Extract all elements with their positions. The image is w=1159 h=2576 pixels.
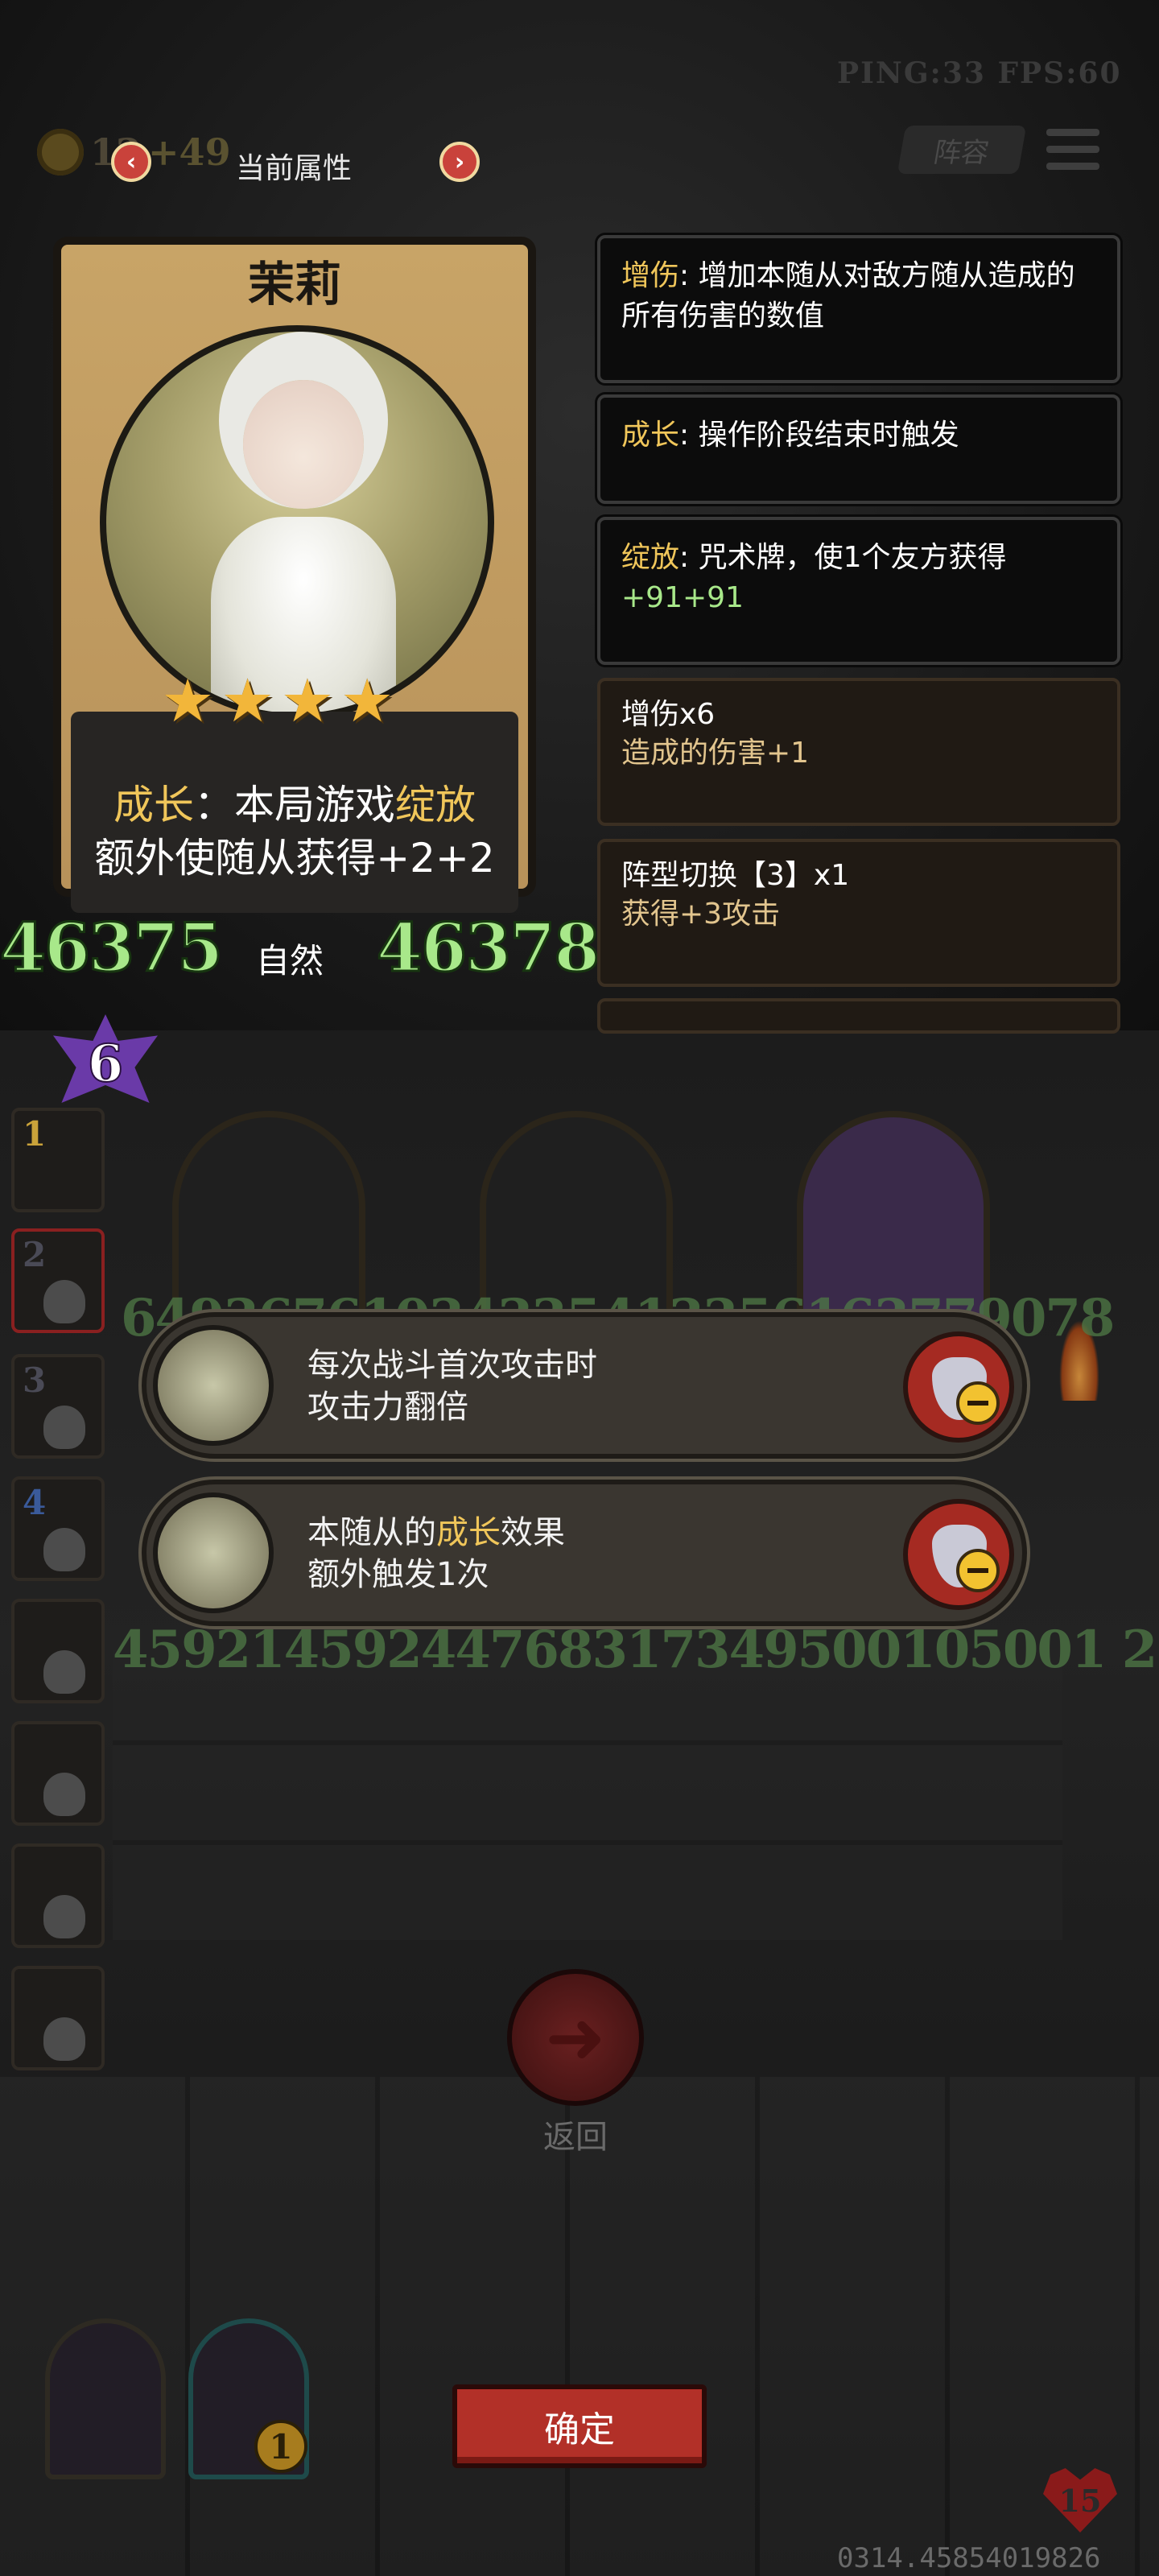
- stopwatch-ability-icon: [153, 1492, 274, 1613]
- coordinate-readout: 0314.45854019826: [837, 2542, 1101, 2574]
- buff-sub: 获得+3攻击: [621, 898, 781, 931]
- shop-door-left[interactable]: [45, 2318, 166, 2479]
- minus-icon: [956, 1381, 1000, 1425]
- star-icon: ★: [340, 667, 394, 736]
- level-number: 6: [87, 1033, 125, 1095]
- team-slot-5[interactable]: [11, 1599, 105, 1703]
- slot-number: 3: [23, 1360, 47, 1400]
- star-icon: ★: [161, 667, 215, 736]
- skull-icon: [43, 1406, 85, 1449]
- ability-line1: 本随从的成长效果: [307, 1512, 565, 1554]
- star-icon: ★: [280, 667, 335, 736]
- ability-description: 本随从的成长效果 额外触发1次: [307, 1512, 565, 1596]
- effect-growth: 成长: 操作阶段结束时触发: [597, 394, 1120, 504]
- skull-icon: [43, 1895, 85, 1938]
- ping-fps-readout: PING:33 FPS:60: [837, 56, 1122, 90]
- hero-portrait-head: [243, 380, 364, 509]
- door-count-badge: 1: [254, 2420, 307, 2473]
- dragon-ability-icon: [153, 1325, 274, 1446]
- menu-icon[interactable]: [1046, 129, 1099, 172]
- skull-icon: [43, 2017, 85, 2061]
- buff-title: 阵型切换【3】x1: [621, 859, 850, 892]
- element-type: 自然: [256, 941, 324, 980]
- prev-page-button[interactable]: ‹: [111, 142, 151, 182]
- effect-keyword: 成长: [621, 419, 680, 452]
- hero-card: 茉莉 ★ ★ ★ ★ 成长：本局游戏绽放 额外使随从获得+2+2: [53, 237, 536, 977]
- effect-text: : 增加本随从对敌方随从造成的所有伤害的数值: [621, 259, 1075, 332]
- buff-formation-switch: 阵型切换【3】x1 获得+3攻击: [597, 839, 1120, 987]
- return-label: 返回: [543, 2119, 608, 2156]
- keyword-growth: 成长: [113, 782, 194, 828]
- hero-stats: 46375 自然 46378: [0, 909, 612, 998]
- team-slot-4[interactable]: 4: [11, 1476, 105, 1581]
- team-slot-2[interactable]: 2: [11, 1228, 105, 1333]
- confirm-button[interactable]: 确定: [452, 2384, 707, 2468]
- level-badge: 6: [53, 1014, 158, 1103]
- crown-coin-icon: [37, 129, 84, 175]
- team-slot-7[interactable]: [11, 1843, 105, 1948]
- remove-ability-button[interactable]: [903, 1499, 1014, 1610]
- effect-keyword: 绽放: [621, 541, 680, 574]
- panel-title: 当前属性: [235, 152, 352, 185]
- buff-damage-x6: 增伤x6 造成的伤害+1: [597, 678, 1120, 826]
- buff-title: 增伤x6: [621, 698, 716, 731]
- lineup-button[interactable]: 阵容: [897, 126, 1027, 174]
- ability-row-first-attack: 每次战斗首次攻击时 攻击力翻倍: [142, 1312, 1027, 1459]
- effect-keyword: 增伤: [621, 259, 680, 292]
- attack-value: 46375: [0, 909, 225, 989]
- desc-mid: ：本局游戏: [194, 782, 395, 828]
- skull-icon: [43, 1650, 85, 1694]
- skull-icon: [43, 1280, 85, 1323]
- team-slot-3[interactable]: 3: [11, 1354, 105, 1459]
- effect-bonus: +91+91: [621, 581, 744, 614]
- health-value: 46378: [375, 909, 600, 989]
- return-button[interactable]: ➜: [507, 1969, 644, 2106]
- keyword-bloom: 绽放: [395, 782, 476, 828]
- wall-bricks: [113, 1650, 1062, 1940]
- buff-list-more[interactable]: [597, 998, 1120, 1034]
- hero-desc-line1: 成长：本局游戏绽放: [71, 773, 518, 831]
- ability-line2: 额外触发1次: [307, 1556, 489, 1593]
- ability-line1-pre: 本随从的: [307, 1514, 436, 1551]
- effect-damage-boost: 增伤: 增加本随从对敌方随从造成的所有伤害的数值: [597, 235, 1120, 383]
- arrow-left-icon: ➜: [545, 1995, 606, 2080]
- skull-icon: [43, 1528, 85, 1571]
- minus-icon: [956, 1549, 1000, 1592]
- slot-number: 2: [23, 1235, 47, 1274]
- effect-text: : 操作阶段结束时触发: [679, 419, 959, 452]
- hero-name: 茉莉: [247, 257, 341, 312]
- keyword-growth: 成长: [436, 1514, 501, 1551]
- next-page-button[interactable]: ›: [439, 142, 480, 182]
- team-slot-8[interactable]: [11, 1966, 105, 2070]
- ability-line2: 攻击力翻倍: [307, 1389, 468, 1426]
- remove-ability-button[interactable]: [903, 1331, 1014, 1443]
- star-rating: ★ ★ ★ ★: [161, 671, 394, 731]
- star-icon: ★: [221, 667, 274, 736]
- skull-icon: [43, 1773, 85, 1816]
- hp-value: 15: [1058, 2483, 1102, 2519]
- team-slot-6[interactable]: [11, 1721, 105, 1826]
- ability-row-extra-growth: 本随从的成长效果 额外触发1次: [142, 1480, 1027, 1626]
- hero-portrait: [100, 325, 494, 720]
- buff-sub: 造成的伤害+1: [621, 737, 810, 770]
- background-damage-digits: 45921459244768317349500105001 2: [113, 1620, 1157, 1680]
- team-slot-1[interactable]: 1: [11, 1108, 105, 1212]
- ability-line1-post: 效果: [501, 1514, 565, 1551]
- ability-line1: 每次战斗首次攻击时: [307, 1347, 597, 1384]
- ability-description: 每次战斗首次攻击时 攻击力翻倍: [307, 1344, 597, 1428]
- effect-bloom: 绽放: 咒术牌，使1个友方获得 +91+91: [597, 517, 1120, 665]
- slot-number: 1: [23, 1114, 47, 1154]
- slot-number: 4: [23, 1483, 47, 1522]
- hero-desc-line2: 额外使随从获得+2+2: [94, 835, 495, 881]
- effect-text: : 咒术牌，使1个友方获得: [679, 541, 1007, 574]
